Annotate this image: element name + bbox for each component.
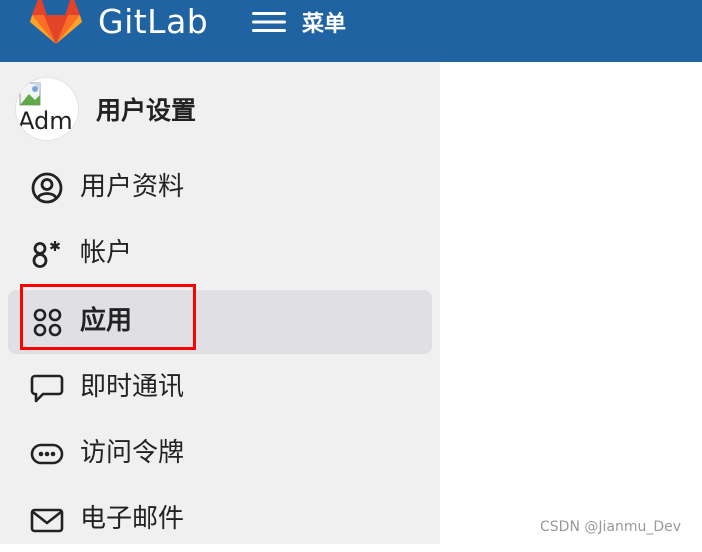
broken-image-icon [19, 82, 41, 106]
account-settings-icon [32, 241, 61, 268]
hamburger-menu-icon [252, 12, 286, 32]
sidebar-item-label: 即时通讯 [80, 372, 185, 402]
page-title: 用户设置 [96, 96, 197, 125]
gitlab-brand-name[interactable]: GitLab [98, 2, 208, 42]
sidebar-item-profile[interactable]: 用户资料 [8, 156, 432, 220]
token-icon [30, 443, 64, 465]
envelope-icon [30, 508, 64, 533]
user-settings-header[interactable]: Adm 用户设置 [16, 78, 196, 140]
user-circle-icon [31, 172, 63, 204]
top-navbar: GitLab 菜单 [0, 0, 702, 62]
applications-grid-icon [33, 308, 62, 337]
sidebar-item-access-tokens[interactable]: 访问令牌 [8, 422, 432, 486]
sidebar-item-label: 用户资料 [80, 172, 185, 202]
chat-bubble-icon [30, 374, 64, 403]
user-settings-sidebar: Adm 用户设置 用户资料 帐户 应用 即时通讯 访问令牌 电子邮件 [0, 62, 440, 544]
sidebar-item-emails[interactable]: 电子邮件 [8, 488, 432, 552]
gitlab-logo-icon[interactable] [30, 0, 82, 46]
sidebar-item-label: 应用 [80, 306, 133, 336]
menu-label: 菜单 [302, 12, 347, 37]
sidebar-item-account[interactable]: 帐户 [8, 222, 432, 286]
avatar-alt-text: Adm [18, 107, 73, 135]
avatar: Adm [16, 78, 78, 140]
sidebar-item-label: 电子邮件 [80, 504, 185, 534]
sidebar-item-label: 访问令牌 [80, 438, 185, 468]
sidebar-item-chat[interactable]: 即时通讯 [8, 356, 432, 420]
watermark: CSDN @Jianmu_Dev [540, 519, 682, 535]
main-menu-button[interactable]: 菜单 [252, 4, 346, 40]
sidebar-item-applications[interactable]: 应用 [8, 290, 432, 354]
sidebar-item-label: 帐户 [80, 238, 133, 268]
